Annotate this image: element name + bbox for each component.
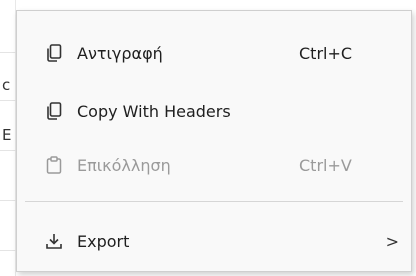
menu-item-copy[interactable]: Αντιγραφή Ctrl+C — [17, 33, 411, 73]
menu-item-label: Αντιγραφή — [77, 43, 163, 63]
copy-icon — [45, 102, 63, 120]
context-menu: Αντιγραφή Ctrl+C Copy With Headers Επικό… — [16, 10, 412, 272]
background-cell-text: E — [2, 126, 12, 144]
copy-icon — [45, 44, 63, 62]
menu-item-copy-with-headers[interactable]: Copy With Headers — [17, 91, 411, 131]
paste-icon — [45, 156, 63, 174]
background-cell-text: c — [2, 76, 11, 94]
grid-horizontal-line — [0, 250, 16, 251]
chevron-right-icon: > — [385, 231, 399, 251]
menu-item-label: Export — [77, 231, 130, 251]
grid-horizontal-line — [0, 100, 16, 101]
grid-horizontal-line — [0, 150, 16, 151]
grid-horizontal-line — [0, 200, 16, 201]
download-icon — [45, 232, 63, 250]
menu-item-export[interactable]: Export > — [17, 221, 411, 261]
menu-item-shortcut: Ctrl+V — [299, 155, 352, 175]
grid-horizontal-line — [0, 52, 16, 53]
menu-item-label: Copy With Headers — [77, 101, 231, 121]
menu-item-label: Επικόλληση — [77, 155, 171, 175]
menu-item-paste[interactable]: Επικόλληση Ctrl+V — [17, 145, 411, 185]
menu-separator — [25, 201, 403, 202]
menu-item-shortcut: Ctrl+C — [299, 43, 353, 63]
